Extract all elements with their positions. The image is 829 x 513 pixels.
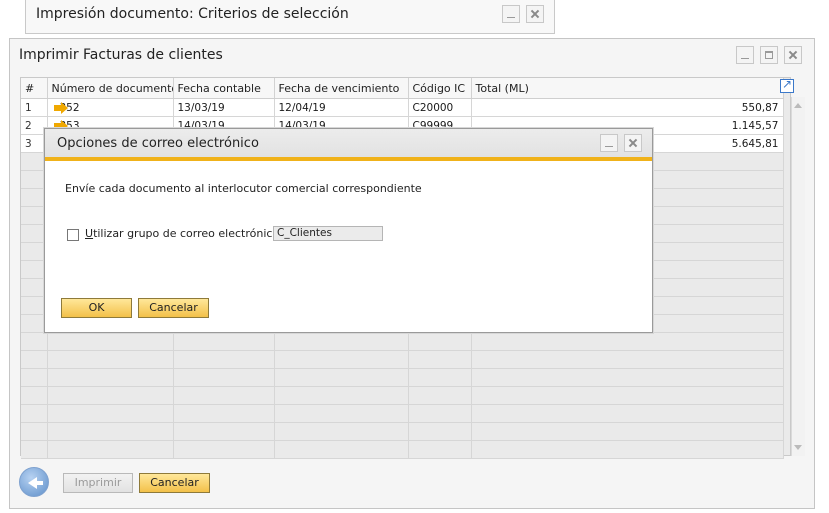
use-email-group-label[interactable]: Utilizar grupo de correo electrónico	[85, 227, 279, 240]
row-number: 1	[21, 98, 48, 117]
empty-row	[21, 386, 784, 405]
column-header-document-number[interactable]: Número de documento	[47, 78, 174, 99]
back-arrow-icon[interactable]	[19, 467, 49, 497]
posting-date-cell[interactable]: 13/03/19	[173, 98, 275, 117]
total-cell[interactable]: 550,87	[471, 98, 784, 117]
empty-row	[21, 440, 784, 459]
close-icon[interactable]	[624, 134, 642, 152]
cancel-button[interactable]: Cancelar	[139, 473, 210, 493]
empty-row	[21, 332, 784, 351]
maximize-icon[interactable]	[760, 46, 778, 64]
due-date-cell[interactable]: 12/04/19	[274, 98, 409, 117]
column-header-total[interactable]: Total (ML)	[471, 78, 784, 99]
window-title: Imprimir Facturas de clientes	[19, 47, 223, 63]
print-button[interactable]: Imprimir	[63, 473, 133, 493]
ok-button[interactable]: OK	[61, 298, 132, 318]
minimize-icon[interactable]	[600, 134, 618, 152]
empty-row	[21, 422, 784, 441]
expand-arrow-icon[interactable]	[780, 77, 794, 93]
column-header-due-date[interactable]: Fecha de vencimiento	[274, 78, 409, 99]
scroll-down-icon[interactable]	[794, 445, 802, 450]
dialog-message: Envíe cada documento al interlocutor com…	[65, 182, 422, 195]
email-options-dialog: Opciones de correo electrónico Envíe cad…	[44, 128, 653, 333]
dialog-title: Opciones de correo electrónico	[57, 136, 259, 151]
grid-header-row: # Número de documento Fecha contable Fec…	[21, 78, 784, 99]
use-email-group-label-text: tilizar grupo de correo electrónico	[93, 227, 280, 240]
dialog-titlebar: Opciones de correo electrónico	[45, 129, 652, 161]
column-header-bp-code[interactable]: Código IC	[408, 78, 472, 99]
column-header-posting-date[interactable]: Fecha contable	[173, 78, 275, 99]
background-window-title: Impresión documento: Criterios de selecc…	[36, 6, 349, 22]
close-icon[interactable]	[784, 46, 802, 64]
grid-scrollbar[interactable]	[791, 97, 805, 456]
column-header-num[interactable]: #	[21, 78, 48, 99]
empty-row	[21, 368, 784, 387]
minimize-icon[interactable]	[502, 5, 520, 23]
background-window: Impresión documento: Criterios de selecc…	[25, 0, 555, 34]
use-email-group-checkbox[interactable]	[67, 229, 79, 241]
close-icon[interactable]	[526, 5, 544, 23]
scroll-up-icon[interactable]	[794, 103, 802, 108]
bp-code-cell[interactable]: C20000	[408, 98, 472, 117]
document-number-cell[interactable]: 352	[47, 98, 174, 117]
empty-row	[21, 404, 784, 423]
empty-row	[21, 350, 784, 369]
email-group-field[interactable]: C_Clientes	[273, 226, 383, 241]
minimize-icon[interactable]	[736, 46, 754, 64]
table-row[interactable]: 1 352 13/03/19 12/04/19 C20000 550,87	[21, 98, 784, 117]
accelerator-key: U	[85, 227, 94, 240]
dialog-cancel-button[interactable]: Cancelar	[138, 298, 209, 318]
